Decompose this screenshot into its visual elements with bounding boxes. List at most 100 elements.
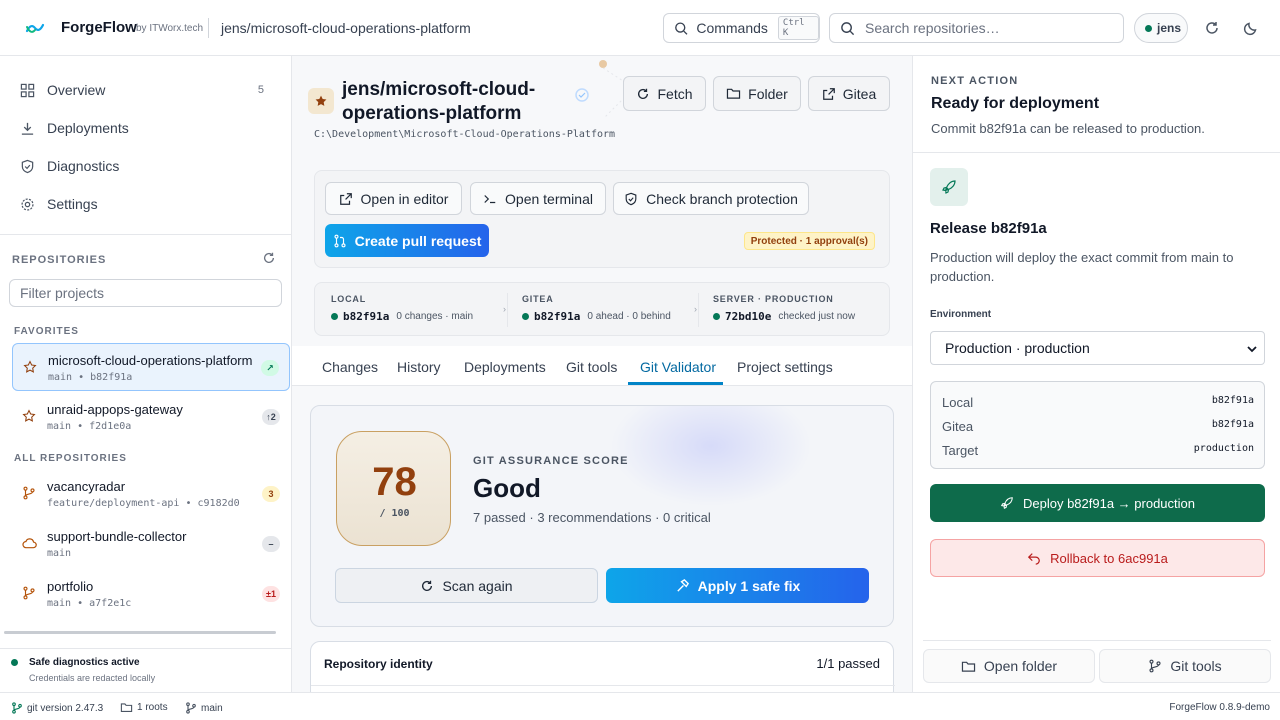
environment-select[interactable]: Production · production (930, 331, 1265, 365)
top-bar: ForgeFlow by ITWorx.tech jens/microsoft-… (0, 0, 1280, 56)
sidebar-item-deployments[interactable]: Deployments (20, 116, 272, 140)
release-title: Release b82f91a (930, 220, 1047, 237)
repo-name: microsoft-cloud-operations-platform (48, 353, 253, 368)
grid-icon (20, 83, 35, 97)
sidebar-item-label: Settings (47, 196, 98, 212)
detail-key: Local (942, 395, 974, 410)
repo-item-unraid-appops-gateway[interactable]: unraid-appops-gateway main • f2d1e0a ↑2 (12, 393, 290, 441)
refresh-repos-icon[interactable] (262, 251, 276, 265)
terminal-icon (484, 194, 496, 203)
fetch-button[interactable]: Fetch (623, 76, 706, 111)
env-gitea: GITEA b82f91a 0 ahead · 0 behind (522, 294, 671, 323)
folder-label: Folder (748, 85, 788, 102)
brand-name[interactable]: ForgeFlow (61, 19, 137, 36)
open-terminal-button[interactable]: Open terminal (470, 182, 606, 215)
check-branch-protection-button[interactable]: Check branch protection (613, 182, 809, 215)
refresh-icon[interactable] (1202, 18, 1222, 38)
favorite-star-icon[interactable] (308, 88, 334, 114)
user-chip[interactable]: jens (1134, 13, 1188, 43)
scan-again-button[interactable]: Scan again (335, 568, 598, 603)
protected-badge: Protected · 1 approval(s) (743, 232, 875, 250)
repo-title: jens/microsoft-cloud-operations-platform (342, 79, 536, 124)
sidebar: Overview 5 Deployments Diagnostics Setti… (0, 56, 292, 692)
score-badge: 78 / 100 (336, 431, 451, 546)
main-content: jens/microsoft-cloud-operations-platform… (292, 56, 912, 692)
filter-projects-input[interactable]: Filter projects (9, 279, 282, 307)
app-version: ForgeFlow 0.8.9-demo (1169, 702, 1270, 713)
rollback-button[interactable]: Rollback to 6ac991a (930, 539, 1265, 577)
header-divider (208, 18, 209, 38)
actions-card: Open in editor Open terminal Check branc… (314, 170, 890, 268)
env-sha: b82f91a (343, 310, 390, 323)
current-repo-title: jens/microsoft-cloud-operations-platform (221, 20, 471, 36)
open-in-editor-button[interactable]: Open in editor (325, 182, 462, 215)
star-outline-icon[interactable] (23, 360, 37, 374)
sidebar-item-overview[interactable]: Overview 5 (20, 78, 272, 102)
sidebar-item-settings[interactable]: Settings (20, 192, 272, 216)
status-dot (331, 313, 338, 320)
repo-status-badge: ↗ (261, 360, 279, 376)
sidebar-item-diagnostics[interactable]: Diagnostics (20, 154, 272, 178)
repo-meta: main (47, 548, 72, 559)
brand-byline: by ITWorx.tech (136, 23, 204, 34)
tab-git-validator[interactable]: Git Validator (640, 359, 716, 375)
repo-item-portfolio[interactable]: portfolio main • a7f2e1c ±1 (12, 570, 290, 618)
environment-strip: LOCAL b82f91a 0 changes · main › GITEA b8… (314, 282, 890, 336)
rocket-icon (1000, 497, 1013, 510)
repo-item-support-bundle-collector[interactable]: support-bundle-collector main – (12, 520, 290, 568)
next-action-subtitle: Commit b82f91a can be released to produc… (931, 121, 1205, 136)
repo-meta: main • b82f91a (48, 372, 133, 383)
sidebar-divider (0, 234, 291, 235)
gitea-label: Gitea (842, 85, 877, 102)
create-pull-request-button[interactable]: Create pull request (325, 224, 489, 257)
release-details: Local b82f91a Gitea b82f91a Target producti… (930, 381, 1265, 469)
gear-icon (21, 197, 34, 211)
env-detail: 0 changes · main (396, 311, 474, 322)
chevron-right-icon: › (694, 304, 697, 314)
forgeflow-logo-icon[interactable] (24, 17, 46, 39)
folder-button[interactable]: Folder (713, 76, 801, 111)
repo-item-vacancyradar[interactable]: vacancyradar feature/deployment-api • c9… (12, 470, 290, 518)
decorative-glow (611, 406, 811, 506)
tab-git-tools[interactable]: Git tools (566, 359, 617, 375)
identity-count: 1/1 passed (816, 656, 880, 671)
shield-icon (21, 159, 34, 173)
git-assurance-card: 78 / 100 GIT ASSURANCE SCORE Good 7 pass… (310, 405, 894, 627)
env-label: SERVER · PRODUCTION (713, 294, 834, 304)
deploy-button[interactable]: Deploy b82f91a → production (930, 484, 1265, 522)
env-divider (507, 293, 508, 327)
moon-icon[interactable] (1241, 18, 1261, 38)
gitea-button[interactable]: Gitea (808, 76, 890, 111)
detail-row-local: Local b82f91a (942, 395, 1254, 410)
star-outline-icon[interactable] (22, 409, 36, 423)
fetch-label: Fetch (657, 85, 693, 102)
next-action-panel: NEXT ACTION Ready for deployment Commit … (912, 56, 1280, 692)
status-dot (522, 313, 529, 320)
tab-history[interactable]: History (397, 359, 441, 375)
hammer-icon (676, 578, 689, 592)
status-bar: git version 2.47.3 1 roots main ForgeFlo… (0, 692, 1280, 720)
rollback-label: Rollback to 6ac991a (1050, 550, 1168, 566)
sidebar-scrollbar[interactable] (4, 631, 276, 634)
apply-fix-label: Apply 1 safe fix (697, 577, 801, 594)
roots-count: 1 roots (120, 702, 168, 713)
tab-project-settings[interactable]: Project settings (737, 359, 833, 375)
git-tools-button[interactable]: Git tools (1099, 649, 1271, 683)
sidebar-item-label: Diagnostics (47, 158, 120, 174)
search-repositories-input[interactable]: Search repositories… (829, 13, 1124, 43)
repo-meta: main • a7f2e1c (47, 598, 132, 609)
tab-changes[interactable]: Changes (322, 359, 378, 375)
repo-name: vacancyradar (47, 479, 126, 494)
open-folder-button[interactable]: Open folder (923, 649, 1095, 683)
safe-diagnostics-status: Safe diagnostics active Credentials are … (0, 648, 292, 692)
tab-deployments[interactable]: Deployments (464, 359, 546, 375)
download-icon (21, 122, 34, 135)
detail-key: Target (942, 443, 979, 458)
repository-identity-card[interactable]: Repository identity 1/1 passed (310, 641, 895, 692)
commands-button[interactable]: Commands Ctrl K (663, 13, 820, 43)
chevron-right-icon: › (503, 304, 506, 314)
repo-item-microsoft-cloud-operations-platform[interactable]: microsoft-cloud-operations-platform main… (12, 343, 290, 391)
apply-safe-fix-button[interactable]: Apply 1 safe fix (606, 568, 869, 603)
next-action-title: Ready for deployment (931, 95, 1100, 112)
roots-text: 1 roots (137, 702, 168, 713)
